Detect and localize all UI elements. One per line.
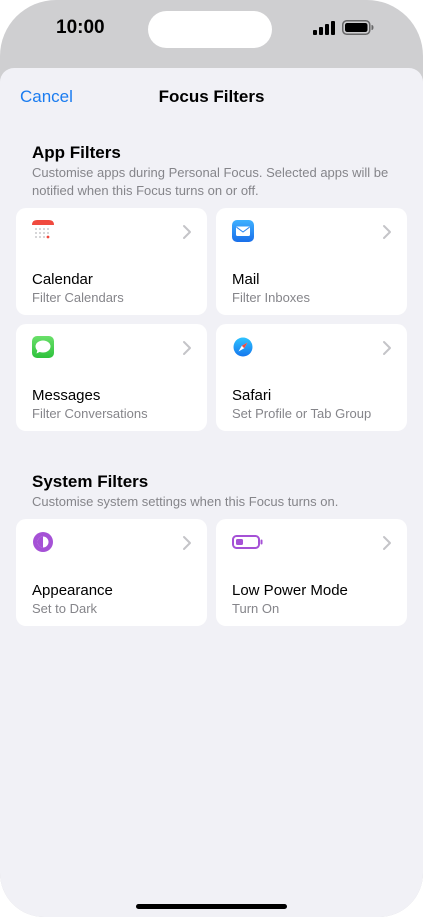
nav-bar: Cancel Focus Filters (0, 68, 423, 124)
chevron-right-icon (183, 225, 191, 239)
card-subtitle: Turn On (232, 601, 280, 616)
status-time: 10:00 (56, 17, 105, 38)
card-title: Messages (32, 387, 101, 404)
messages-icon (32, 336, 54, 358)
mail-icon (232, 220, 254, 242)
home-indicator[interactable] (136, 904, 287, 909)
safari-icon (232, 336, 254, 358)
messages-filter-card[interactable]: Messages Filter Conversations (16, 324, 207, 431)
chevron-right-icon (183, 341, 191, 355)
chevron-right-icon (183, 536, 191, 550)
mail-filter-card[interactable]: Mail Filter Inboxes (216, 208, 407, 315)
page-title: Focus Filters (158, 87, 265, 106)
card-title: Mail (232, 271, 260, 288)
calendar-icon (32, 220, 54, 242)
calendar-filter-card[interactable]: Calendar Filter Calendars (16, 208, 207, 315)
app-filters-description: Customise apps during Personal Focus. Se… (32, 165, 389, 198)
battery-icon (232, 535, 263, 549)
system-filters-description: Customise system settings when this Focu… (32, 494, 339, 509)
focus-filters-sheet: Cancel Focus Filters App Filters Customi… (0, 68, 423, 917)
card-subtitle: Set Profile or Tab Group (232, 406, 372, 421)
status-bar: 10:00 (0, 0, 423, 62)
card-title: Low Power Mode (232, 582, 348, 599)
chevron-right-icon (383, 225, 391, 239)
safari-filter-card[interactable]: Safari Set Profile or Tab Group (216, 324, 407, 431)
app-filters-heading: App Filters (32, 143, 121, 162)
cellular-signal-icon (313, 21, 335, 35)
card-subtitle: Set to Dark (32, 601, 98, 616)
card-subtitle: Filter Inboxes (232, 290, 311, 305)
card-title: Calendar (32, 271, 93, 288)
chevron-right-icon (383, 536, 391, 550)
appearance-icon (33, 532, 53, 552)
appearance-filter-card[interactable]: Appearance Set to Dark (16, 519, 207, 626)
card-subtitle: Filter Calendars (32, 290, 124, 305)
low-power-mode-filter-card[interactable]: Low Power Mode Turn On (216, 519, 407, 626)
system-filters-heading: System Filters (32, 472, 149, 491)
card-subtitle: Filter Conversations (32, 406, 148, 421)
battery-status-icon (342, 20, 374, 35)
chevron-right-icon (383, 341, 391, 355)
card-title: Appearance (32, 582, 113, 599)
card-title: Safari (232, 387, 272, 404)
dynamic-island (148, 11, 272, 48)
phone-frame: 10:00 Cancel Focus Filters App Filters C… (0, 0, 423, 917)
